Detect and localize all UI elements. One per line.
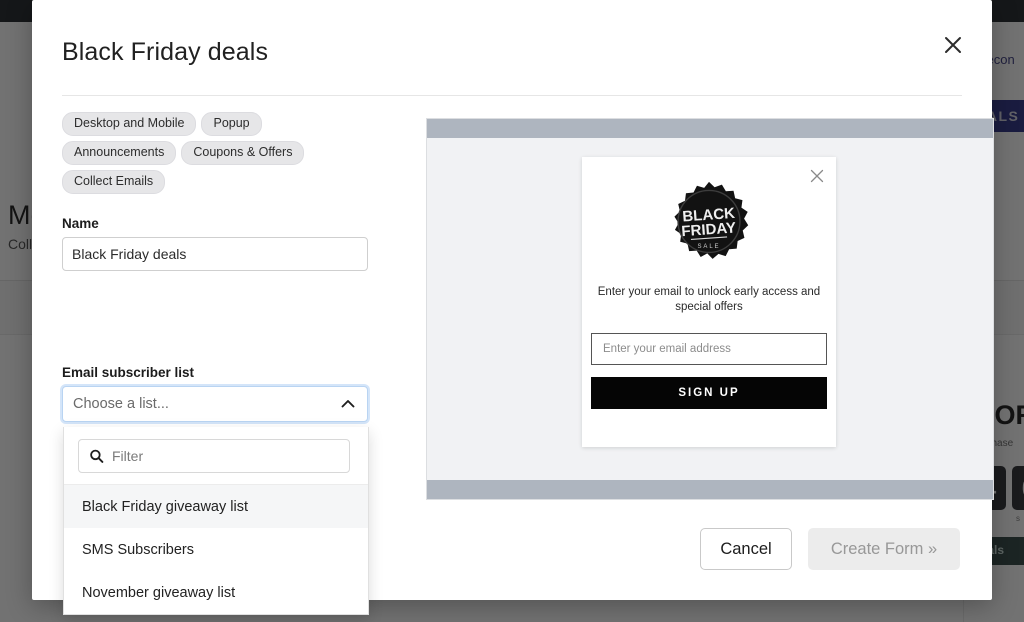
email-subscriber-list-label: Email subscriber list [62,365,195,380]
popup-close-icon[interactable] [808,167,826,185]
tag-chip-group: Desktop and Mobile Popup Announcements C… [62,112,368,194]
form-preview-panel: BLACK FRIDAY SALE Enter your email to un… [426,118,994,500]
search-icon [89,449,104,464]
name-field-label: Name [62,216,99,231]
chip-popup: Popup [201,112,262,136]
modal-header: Black Friday deals [32,0,992,96]
popup-message: Enter your email to unlock early access … [597,286,821,313]
cancel-button[interactable]: Cancel [700,528,792,570]
filter-input[interactable] [79,440,349,472]
chip-desktop-and-mobile: Desktop and Mobile [62,112,197,136]
name-field-group: Name [62,216,402,271]
preview-bottom-bar [427,480,993,499]
chevron-up-icon [339,395,357,413]
black-friday-badge-icon: BLACK FRIDAY SALE [666,181,752,267]
email-list-select[interactable]: Choose a list... Filter Black Friday giv… [62,386,369,615]
create-form-modal: Black Friday deals Desktop and Mobile Po… [32,0,994,615]
filter-box[interactable] [78,439,350,473]
chip-collect-emails: Collect Emails [62,170,166,194]
dropdown-option-november-giveaway-list[interactable]: November giveaway list [64,571,368,614]
modal-title: Black Friday deals [62,38,269,66]
name-input[interactable] [62,237,368,271]
preview-top-bar [427,119,993,138]
form-settings-column: Desktop and Mobile Popup Announcements C… [62,112,402,615]
create-form-button[interactable]: Create Form » [808,528,960,570]
dropdown-filter-wrapper [64,427,368,484]
chip-announcements: Announcements [62,141,177,165]
email-list-select-value: Choose a list... [73,396,169,412]
popup-email-input[interactable] [591,333,827,365]
chip-coupons-and-offers: Coupons & Offers [181,141,305,165]
close-icon[interactable] [936,28,970,62]
svg-text:SALE: SALE [698,244,721,250]
dropdown-option-black-friday-giveaway-list[interactable]: Black Friday giveaway list [64,485,368,528]
dropdown-option-sms-subscribers[interactable]: SMS Subscribers [64,528,368,571]
modal-body: Desktop and Mobile Popup Announcements C… [32,96,994,615]
email-list-dropdown: Black Friday giveaway list SMS Subscribe… [63,427,369,615]
popup-signup-button[interactable]: SIGN UP [591,377,827,409]
email-subscriber-list-group: Email subscriber list Choose a list... F… [62,365,402,615]
popup-preview-card: BLACK FRIDAY SALE Enter your email to un… [582,157,836,447]
